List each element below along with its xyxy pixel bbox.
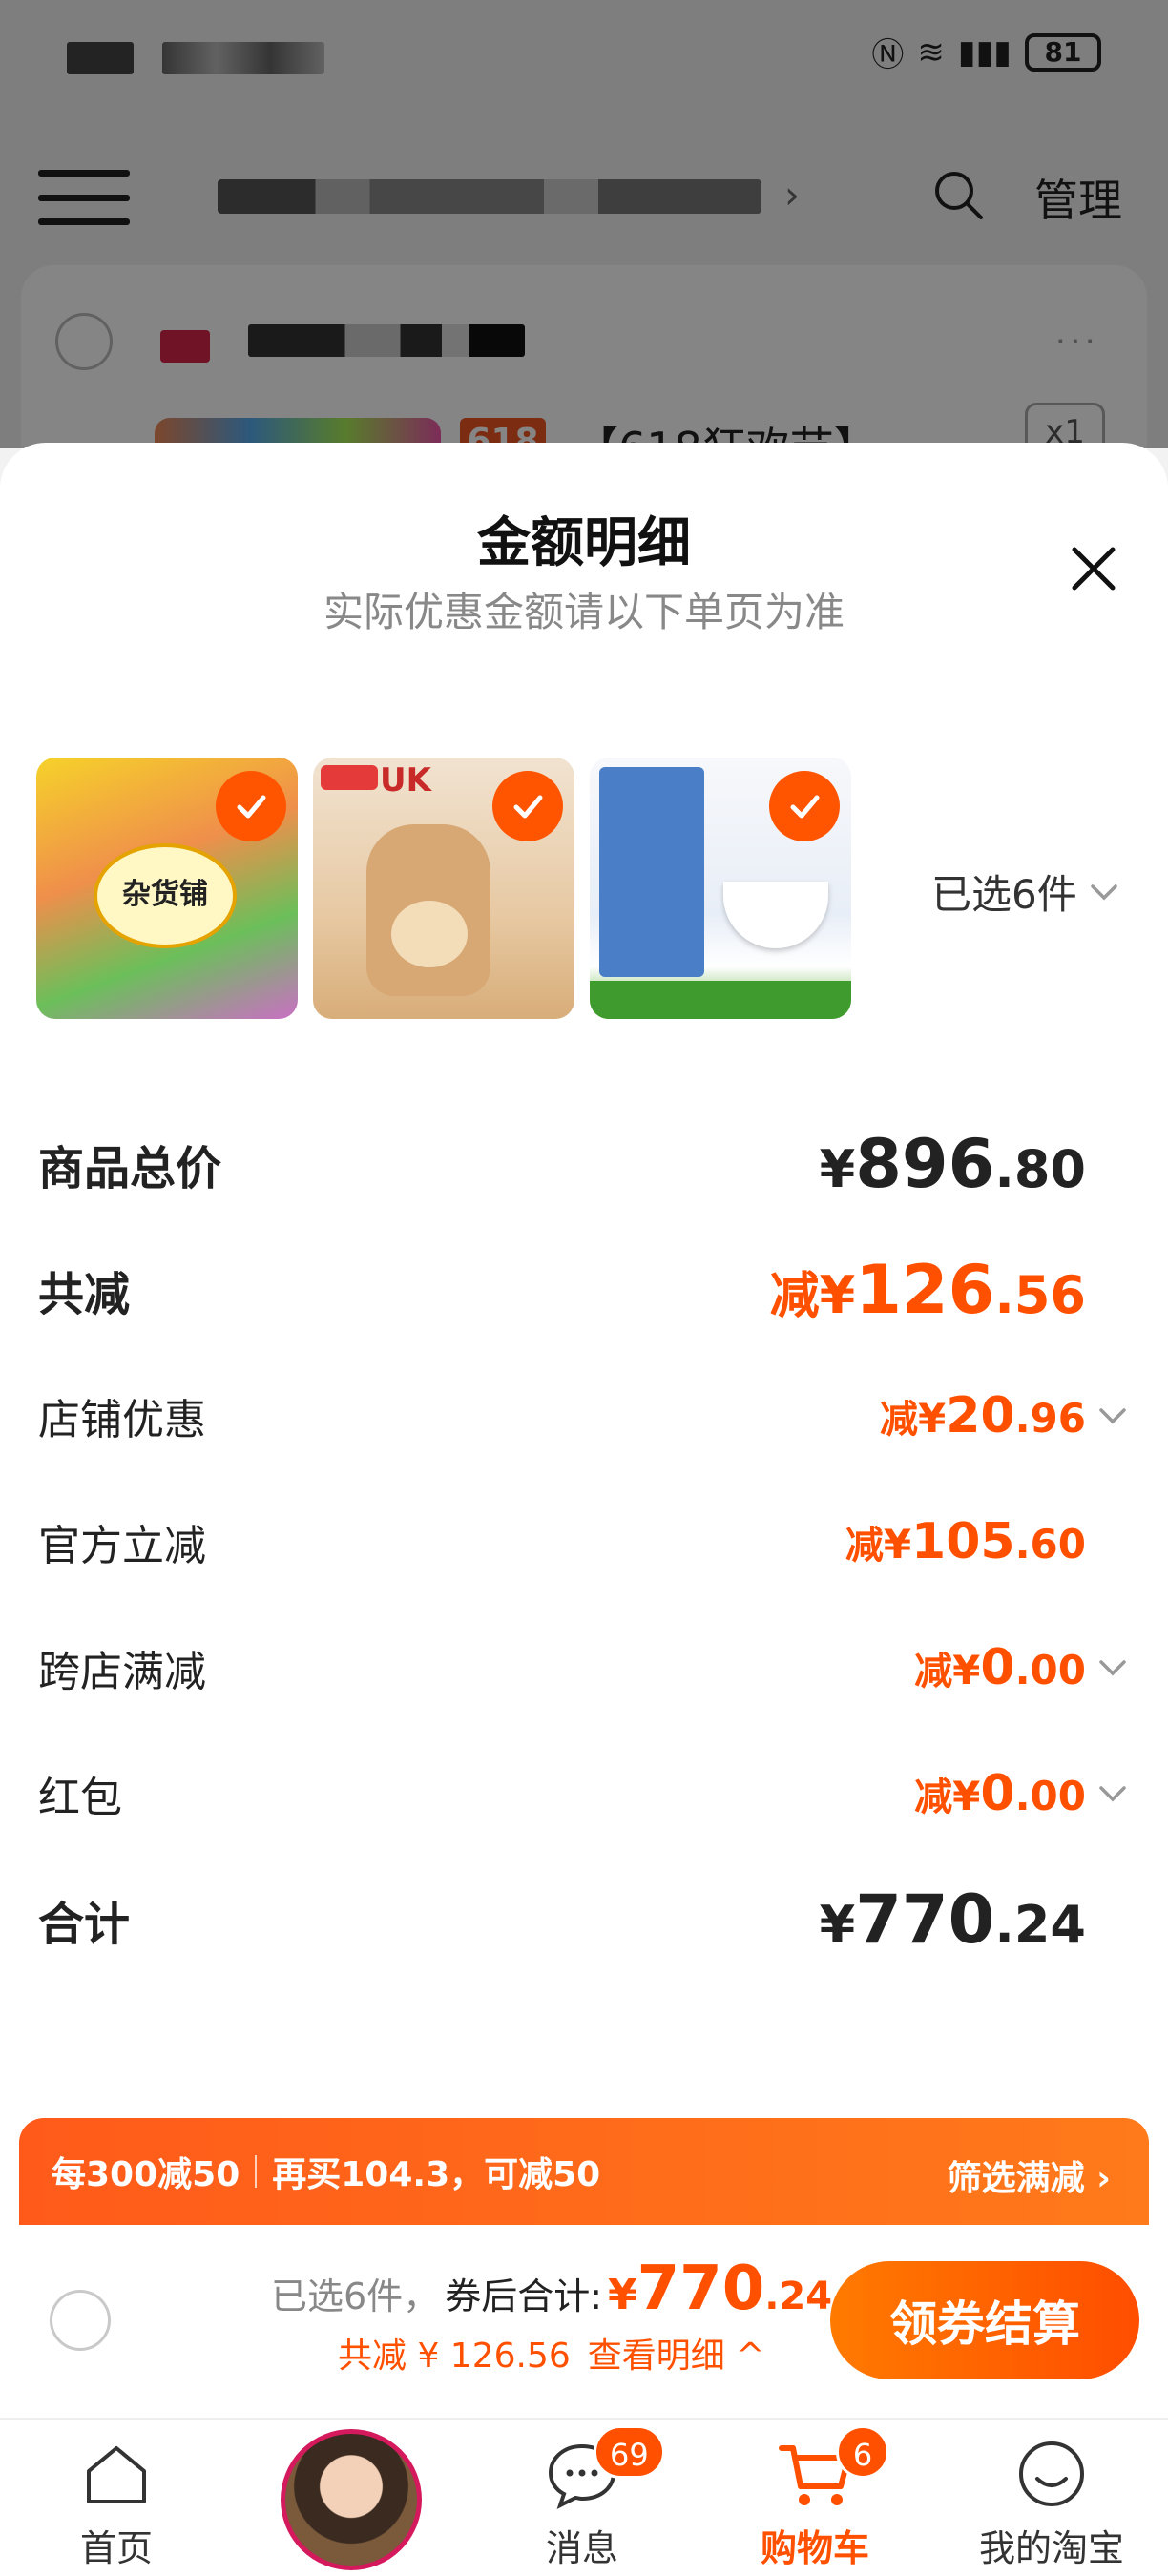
check-icon[interactable] — [216, 771, 286, 841]
check-icon[interactable] — [769, 771, 840, 841]
modal-overlay[interactable] — [0, 0, 1168, 448]
chevron-down-icon[interactable] — [1095, 1776, 1130, 1811]
bear-image — [391, 901, 468, 967]
tab-label: 消息 — [545, 2527, 618, 2569]
selected-count-toggle[interactable]: 已选6件 — [931, 862, 1121, 921]
grand-total-row: 合计 ¥770.24 — [38, 1880, 1130, 1959]
tab-label: 购物车 — [760, 2527, 869, 2569]
view-detail-link[interactable]: 查看明细 ^ — [588, 2337, 765, 2376]
avatar[interactable] — [281, 2429, 422, 2570]
shop-discount-amount: 减 ¥20.96 — [879, 1387, 1086, 1444]
tab-label: 首页 — [79, 2527, 153, 2569]
total-reduce-amount: 减 ¥126.56 — [769, 1251, 1086, 1329]
official-reduce-row: 官方立减 减 ¥105.60 — [38, 1504, 1130, 1580]
total-reduce-row: 共减 减 ¥126.56 — [38, 1251, 1130, 1329]
select-all-radio[interactable] — [50, 2290, 111, 2351]
tab-home[interactable]: 首页 — [0, 2420, 233, 2576]
selected-count-label: 已选6件 — [931, 871, 1077, 918]
bottom-tab-bar: 首页 69 消息 6 购物车 我的淘宝 — [0, 2418, 1168, 2576]
home-icon — [87, 2446, 146, 2503]
promo-divider — [255, 2155, 258, 2188]
item-thumbnail[interactable]: UK — [313, 758, 574, 1019]
cross-store-label: 跨店满减 — [38, 1648, 206, 1696]
thumbnail-label: 杂货铺 — [94, 843, 237, 948]
checkout-button[interactable]: 领券结算 — [830, 2261, 1139, 2379]
brand-logo — [321, 765, 378, 790]
checkout-reduce-line: 共减 ¥ 126.56 查看明细 ^ — [338, 2328, 764, 2378]
chevron-down-icon — [1090, 883, 1117, 900]
checkout-total-label: 券后合计: — [445, 2275, 602, 2317]
selected-item-thumbnails: 杂货铺 UK — [36, 758, 851, 1025]
tab-mine[interactable]: 我的淘宝 — [935, 2420, 1168, 2576]
promo-rule: 每300减50 — [52, 2155, 240, 2194]
red-packet-row[interactable]: 红包 减 ¥0.00 — [38, 1755, 1130, 1832]
checkout-summary: 已选6件， 券后合计: ¥770.24 — [271, 2254, 832, 2324]
checkout-bar: 已选6件， 券后合计: ¥770.24 共减 ¥ 126.56 查看明细 ^ 领券… — [0, 2225, 1168, 2416]
red-packet-amount: 减 ¥0.00 — [914, 1765, 1086, 1822]
filter-discount-link[interactable]: 筛选满减 › — [948, 2150, 1111, 2200]
item-thumbnail[interactable]: 杂货铺 — [36, 758, 298, 1019]
profile-icon — [1019, 2441, 1084, 2506]
shop-discount-label: 店铺优惠 — [38, 1396, 206, 1444]
sheet-subtitle: 实际优惠金额请以下单页为准 — [323, 589, 845, 635]
promo-hint: 再买104.3，可减50 — [272, 2155, 601, 2194]
bowl-image — [723, 882, 828, 948]
cross-store-amount: 减 ¥0.00 — [914, 1639, 1086, 1696]
total-reduce-label: 共减 — [38, 1268, 131, 1321]
tab-label: 我的淘宝 — [978, 2527, 1124, 2569]
promo-bar: 每300减50 再买104.3，可减50 筛选满减 › — [19, 2118, 1149, 2225]
product-box-image — [599, 767, 704, 977]
goods-total-row: 商品总价 ¥896.80 — [38, 1125, 1130, 1203]
grand-total-label: 合计 — [38, 1898, 131, 1951]
chevron-down-icon[interactable] — [1095, 1651, 1130, 1685]
official-reduce-label: 官方立减 — [38, 1522, 206, 1570]
close-icon[interactable] — [1063, 538, 1124, 599]
chevron-down-icon[interactable] — [1095, 1399, 1130, 1433]
shop-discount-row[interactable]: 店铺优惠 减 ¥20.96 — [38, 1378, 1130, 1454]
checkout-reduce: 共减 ¥ 126.56 — [338, 2337, 571, 2376]
red-packet-label: 红包 — [38, 1774, 122, 1822]
checkout-total-amount: ¥770.24 — [608, 2254, 833, 2324]
promo-strip — [590, 981, 851, 1019]
checkout-selected-count: 已选6件， — [271, 2275, 440, 2317]
thumbnail-label: UK — [380, 761, 431, 800]
check-icon[interactable] — [492, 771, 563, 841]
goods-total-label: 商品总价 — [38, 1142, 222, 1195]
grand-total-amount: ¥770.24 — [819, 1880, 1086, 1959]
goods-total-amount: ¥896.80 — [819, 1125, 1086, 1203]
official-reduce-amount: 减 ¥105.60 — [845, 1513, 1086, 1570]
messages-badge: 69 — [594, 2425, 665, 2479]
cross-store-row[interactable]: 跨店满减 减 ¥0.00 — [38, 1630, 1130, 1706]
cart-badge: 6 — [836, 2425, 889, 2479]
tab-cart[interactable]: 6 购物车 — [699, 2420, 931, 2576]
tab-messages[interactable]: 69 消息 — [466, 2420, 699, 2576]
sheet-title: 金额明细 — [477, 512, 691, 574]
item-thumbnail[interactable] — [590, 758, 851, 1019]
